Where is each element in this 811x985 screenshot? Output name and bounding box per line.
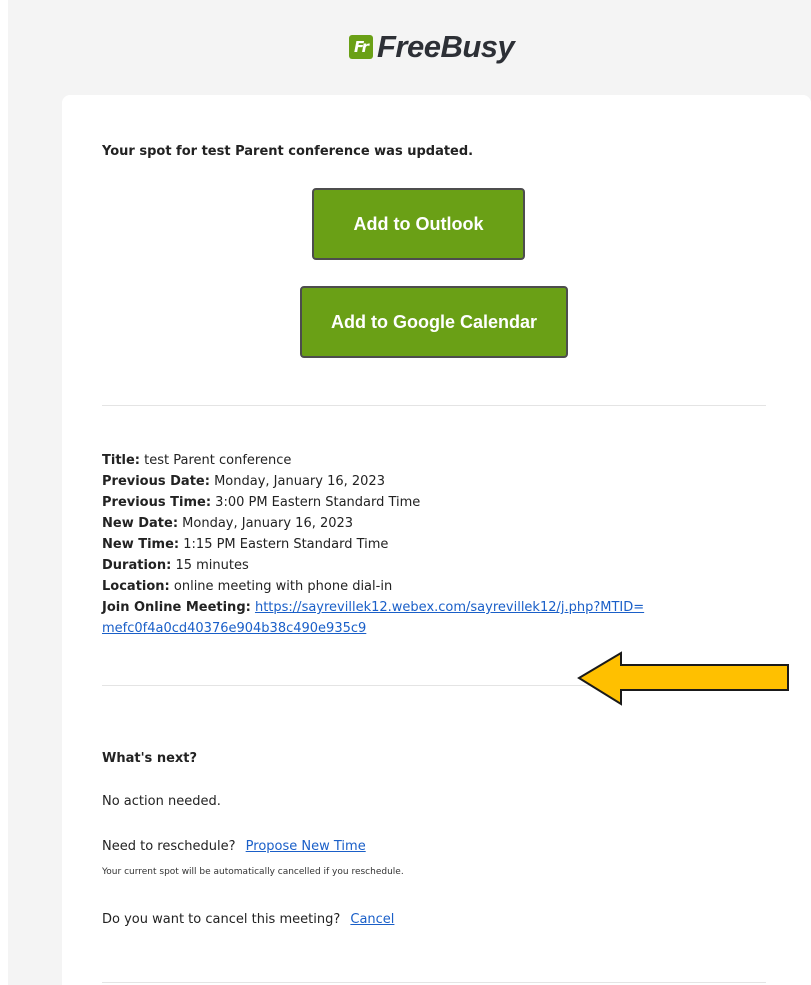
cancel-meeting-link[interactable]: Cancel — [350, 912, 394, 927]
detail-value: 3:00 PM Eastern Standard Time — [215, 495, 421, 510]
section-divider — [102, 405, 766, 406]
email-card: Your spot for test Parent conference was… — [62, 95, 811, 985]
reschedule-question: Need to reschedule? — [102, 839, 236, 854]
freebusy-logo-icon: Fr — [349, 35, 373, 59]
detail-label: Duration: — [102, 558, 172, 573]
no-action-text: No action needed. — [102, 794, 221, 809]
cancel-row: Do you want to cancel this meeting? Canc… — [102, 912, 394, 927]
detail-label: Title: — [102, 453, 141, 468]
detail-value: 1:15 PM Eastern Standard Time — [183, 537, 389, 552]
detail-label: Location: — [102, 579, 170, 594]
join-meeting-link-part2: mefc0f4a0cd40376e904b38c490e935c9 — [102, 621, 367, 636]
detail-previous-time: Previous Time: 3:00 PM Eastern Standard … — [102, 492, 742, 513]
add-to-outlook-button[interactable]: Add to Outlook — [312, 188, 525, 260]
detail-label: Previous Date: — [102, 474, 210, 489]
detail-label: New Time: — [102, 537, 180, 552]
detail-previous-date: Previous Date: Monday, January 16, 2023 — [102, 471, 742, 492]
detail-duration: Duration: 15 minutes — [102, 555, 742, 576]
detail-label: New Date: — [102, 516, 179, 531]
detail-label: Join Online Meeting: — [102, 600, 251, 615]
meeting-details: Title: test Parent conference Previous D… — [102, 450, 742, 639]
detail-new-date: New Date: Monday, January 16, 2023 — [102, 513, 742, 534]
whats-next-heading: What's next? — [102, 751, 198, 766]
detail-location: Location: online meeting with phone dial… — [102, 576, 742, 597]
detail-title: Title: test Parent conference — [102, 450, 742, 471]
join-meeting-link-part1: https://sayrevillek12.webex.com/sayrevil… — [254, 600, 645, 615]
freebusy-wordmark: FreeBusy — [377, 29, 515, 64]
detail-value: Monday, January 16, 2023 — [182, 516, 354, 531]
reschedule-note: Your current spot will be automatically … — [102, 867, 404, 877]
section-divider — [102, 982, 766, 983]
propose-new-time-link[interactable]: Propose New Time — [246, 839, 366, 854]
detail-value: online meeting with phone dial-in — [173, 579, 393, 594]
detail-value: test Parent conference — [144, 453, 292, 468]
detail-value: 15 minutes — [175, 558, 249, 573]
left-edge-strip — [0, 0, 8, 985]
detail-join-online-meeting: Join Online Meeting: https://sayrevillek… — [102, 597, 742, 639]
detail-label: Previous Time: — [102, 495, 212, 510]
detail-value: Monday, January 16, 2023 — [214, 474, 385, 489]
cancel-question: Do you want to cancel this meeting? — [102, 912, 341, 927]
left-arrow-icon — [577, 651, 789, 706]
reschedule-row: Need to reschedule? Propose New Time — [102, 839, 366, 854]
detail-new-time: New Time: 1:15 PM Eastern Standard Time — [102, 534, 742, 555]
update-headline: Your spot for test Parent conference was… — [102, 144, 474, 159]
freebusy-logo: Fr FreeBusy — [349, 29, 515, 65]
email-header: Fr FreeBusy — [0, 0, 811, 95]
add-to-google-calendar-button[interactable]: Add to Google Calendar — [300, 286, 568, 358]
